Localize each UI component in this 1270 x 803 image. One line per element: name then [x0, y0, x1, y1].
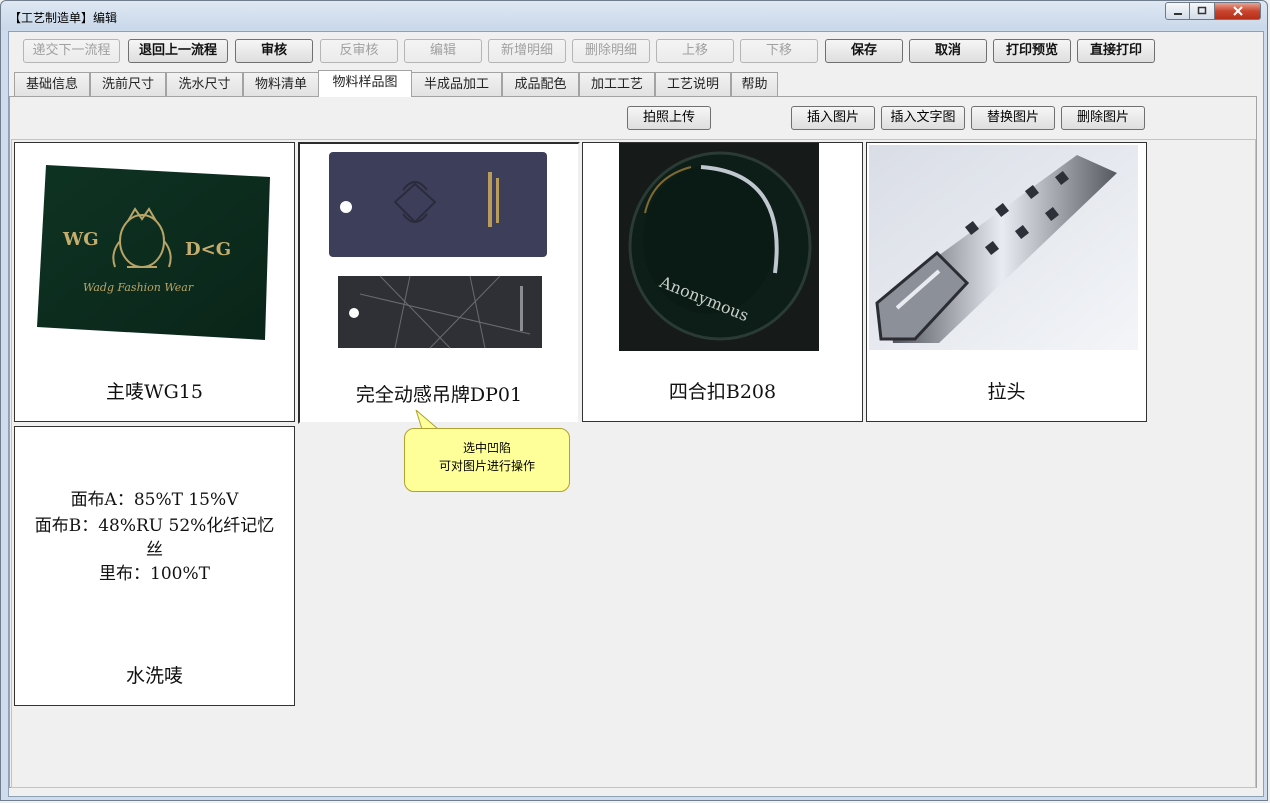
replace-image-button[interactable]: 替换图片 — [971, 106, 1055, 130]
maximize-icon[interactable] — [1190, 2, 1215, 20]
cancel-button[interactable]: 取消 — [909, 39, 987, 63]
tab-process-notes[interactable]: 工艺说明 — [655, 72, 731, 96]
tooltip-line: 选中凹陷 — [462, 441, 511, 455]
label-script-text: Wadg Fashion Wear — [83, 281, 194, 294]
tab-semi-finished[interactable]: 半成品加工 — [411, 72, 502, 96]
return-prev-button[interactable]: 退回上一流程 — [128, 39, 228, 63]
hint-tooltip: 选中凹陷 可对图片进行操作 — [404, 428, 570, 492]
image-card[interactable]: 面布A：85%T 15%V 面布B：48%RU 52%化纤记忆 丝 里布：100… — [14, 426, 295, 706]
move-up-button[interactable]: 上移 — [656, 39, 734, 63]
text-line: 面布B：48%RU 52%化纤记忆 — [34, 516, 275, 536]
tab-material-list[interactable]: 物料清单 — [243, 72, 319, 96]
window-title: 【工艺制造单】编辑 — [9, 11, 118, 25]
minimize-icon[interactable] — [1165, 2, 1190, 20]
zipper-puller-image — [869, 145, 1138, 350]
card-caption: 水洗唛 — [125, 665, 183, 687]
tab-processing[interactable]: 加工工艺 — [579, 72, 655, 96]
submit-next-button[interactable]: 递交下一流程 — [23, 39, 120, 63]
tab-pre-wash-size[interactable]: 洗前尺寸 — [90, 72, 166, 96]
save-button[interactable]: 保存 — [825, 39, 903, 63]
card-caption: 四合扣B208 — [668, 381, 777, 403]
tab-material-samples[interactable]: 物料样品图 — [318, 70, 412, 97]
insert-text-image-button[interactable]: 插入文字图 — [881, 106, 965, 130]
delete-image-button[interactable]: 删除图片 — [1061, 106, 1145, 130]
edit-button[interactable]: 编辑 — [404, 39, 482, 63]
tab-basic-info[interactable]: 基础信息 — [14, 72, 90, 96]
title-bar[interactable]: 【工艺制造单】编辑 — [1, 1, 1269, 31]
image-card-selected[interactable]: 完全动感吊牌DP01 — [298, 142, 580, 424]
photo-upload-button[interactable]: 拍照上传 — [627, 106, 711, 130]
text-line: 丝 — [146, 540, 163, 560]
snap-button-image: Anonymous — [619, 143, 819, 351]
tooltip-line: 可对图片进行操作 — [438, 459, 535, 473]
label-brand-right: D<G — [185, 239, 231, 260]
card-caption: 完全动感吊牌DP01 — [355, 384, 523, 406]
approve-button[interactable]: 审核 — [235, 39, 313, 63]
card-caption: 拉头 — [987, 381, 1026, 403]
card-caption: 主唛WG15 — [106, 381, 203, 403]
text-line: 面布A：85%T 15%V — [70, 490, 239, 510]
image-card[interactable]: 拉头 — [866, 142, 1147, 422]
print-direct-button[interactable]: 直接打印 — [1077, 39, 1155, 63]
hang-tag-image — [329, 152, 547, 349]
delete-detail-button[interactable]: 删除明细 — [572, 39, 650, 63]
tab-help[interactable]: 帮助 — [731, 72, 778, 96]
insert-image-button[interactable]: 插入图片 — [791, 106, 875, 130]
woven-label-image: WG D<G Wadg Fashion Wear — [37, 165, 270, 340]
move-down-button[interactable]: 下移 — [740, 39, 818, 63]
label-brand-left: WG — [62, 229, 99, 250]
image-card[interactable]: WG D<G Wadg Fashion Wear 主唛WG15 — [14, 142, 295, 422]
print-preview-button[interactable]: 打印预览 — [993, 39, 1071, 63]
unapprove-button[interactable]: 反审核 — [320, 39, 398, 63]
tab-wash-size[interactable]: 洗水尺寸 — [166, 72, 243, 96]
tab-color-matching[interactable]: 成品配色 — [502, 72, 579, 96]
image-card[interactable]: Anonymous 四合扣B208 — [582, 142, 863, 422]
text-line: 里布：100%T — [99, 564, 210, 584]
add-detail-button[interactable]: 新增明细 — [488, 39, 566, 63]
close-icon[interactable] — [1215, 2, 1261, 20]
